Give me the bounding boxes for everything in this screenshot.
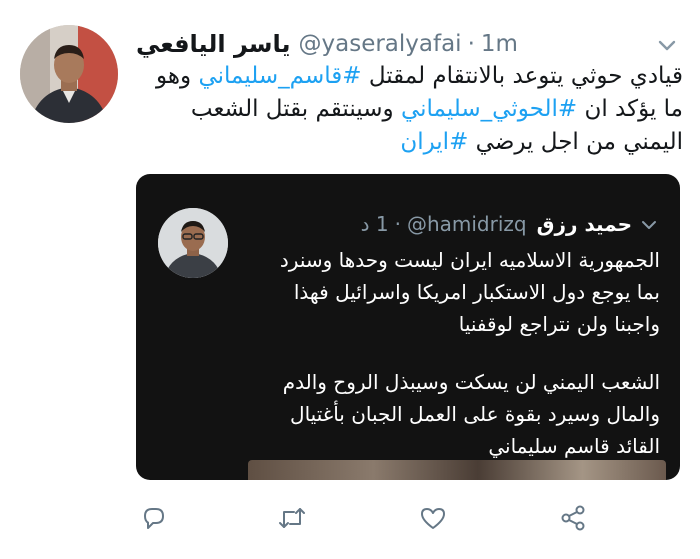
author-avatar[interactable] [20,25,118,123]
embedded-tweet-header: حميد رزق @hamidrizq · 1 د [361,210,632,238]
reply-button[interactable] [136,500,172,536]
hashtag-link[interactable]: #ايران [400,129,468,155]
tweet-card[interactable]: ياسر اليافعي @yaseralyafai · 1m قيادي حو… [0,0,700,559]
embedded-tweet-text: الجمهورية الاسلاميه ايران ليست وحدها وسن… [260,244,660,462]
embedded-tweet-screenshot[interactable]: حميد رزق @hamidrizq · 1 د الجمهورية الاس… [136,174,680,480]
hashtag-link[interactable]: #قاسم_سليماني [198,63,361,89]
like-icon [421,508,445,529]
tweet-timestamp[interactable]: 1m [481,31,518,57]
chevron-down-icon[interactable] [656,34,678,56]
author-handle[interactable]: @yaseralyafai [299,31,462,57]
tweet-text: قيادي حوثي يتوعد بالانتقام لمقتل #قاسم_س… [136,60,683,159]
share-button[interactable] [555,500,591,536]
reply-icon [144,508,164,529]
embedded-timestamp: 1 د [360,212,389,236]
embedded-author-avatar [158,208,228,278]
embedded-author-handle: @hamidrizq [406,212,527,236]
tweet-header: ياسر اليافعي @yaseralyafai · 1m [136,26,518,62]
share-icon [561,505,585,531]
hashtag-link[interactable]: #الحوثي_سليماني [401,96,577,122]
meta-separator: · [467,31,475,57]
embedded-media-preview [248,460,666,480]
embedded-author-name: حميد رزق [536,212,632,236]
like-button[interactable] [415,500,451,536]
author-name[interactable]: ياسر اليافعي [136,30,291,58]
retweet-button[interactable] [274,500,310,536]
tweet-text-segment: قيادي حوثي يتوعد بالانتقام لمقتل [361,63,683,89]
tweet-actions [136,500,636,536]
embedded-chevron-down-icon [640,216,658,234]
embedded-paragraph: الشعب اليمني لن يسكت وسيبذل الروح والدم … [282,370,660,458]
embedded-separator: · [394,212,401,236]
embedded-paragraph: الجمهورية الاسلاميه ايران ليست وحدها وسن… [279,248,660,336]
retweet-icon [279,508,305,528]
